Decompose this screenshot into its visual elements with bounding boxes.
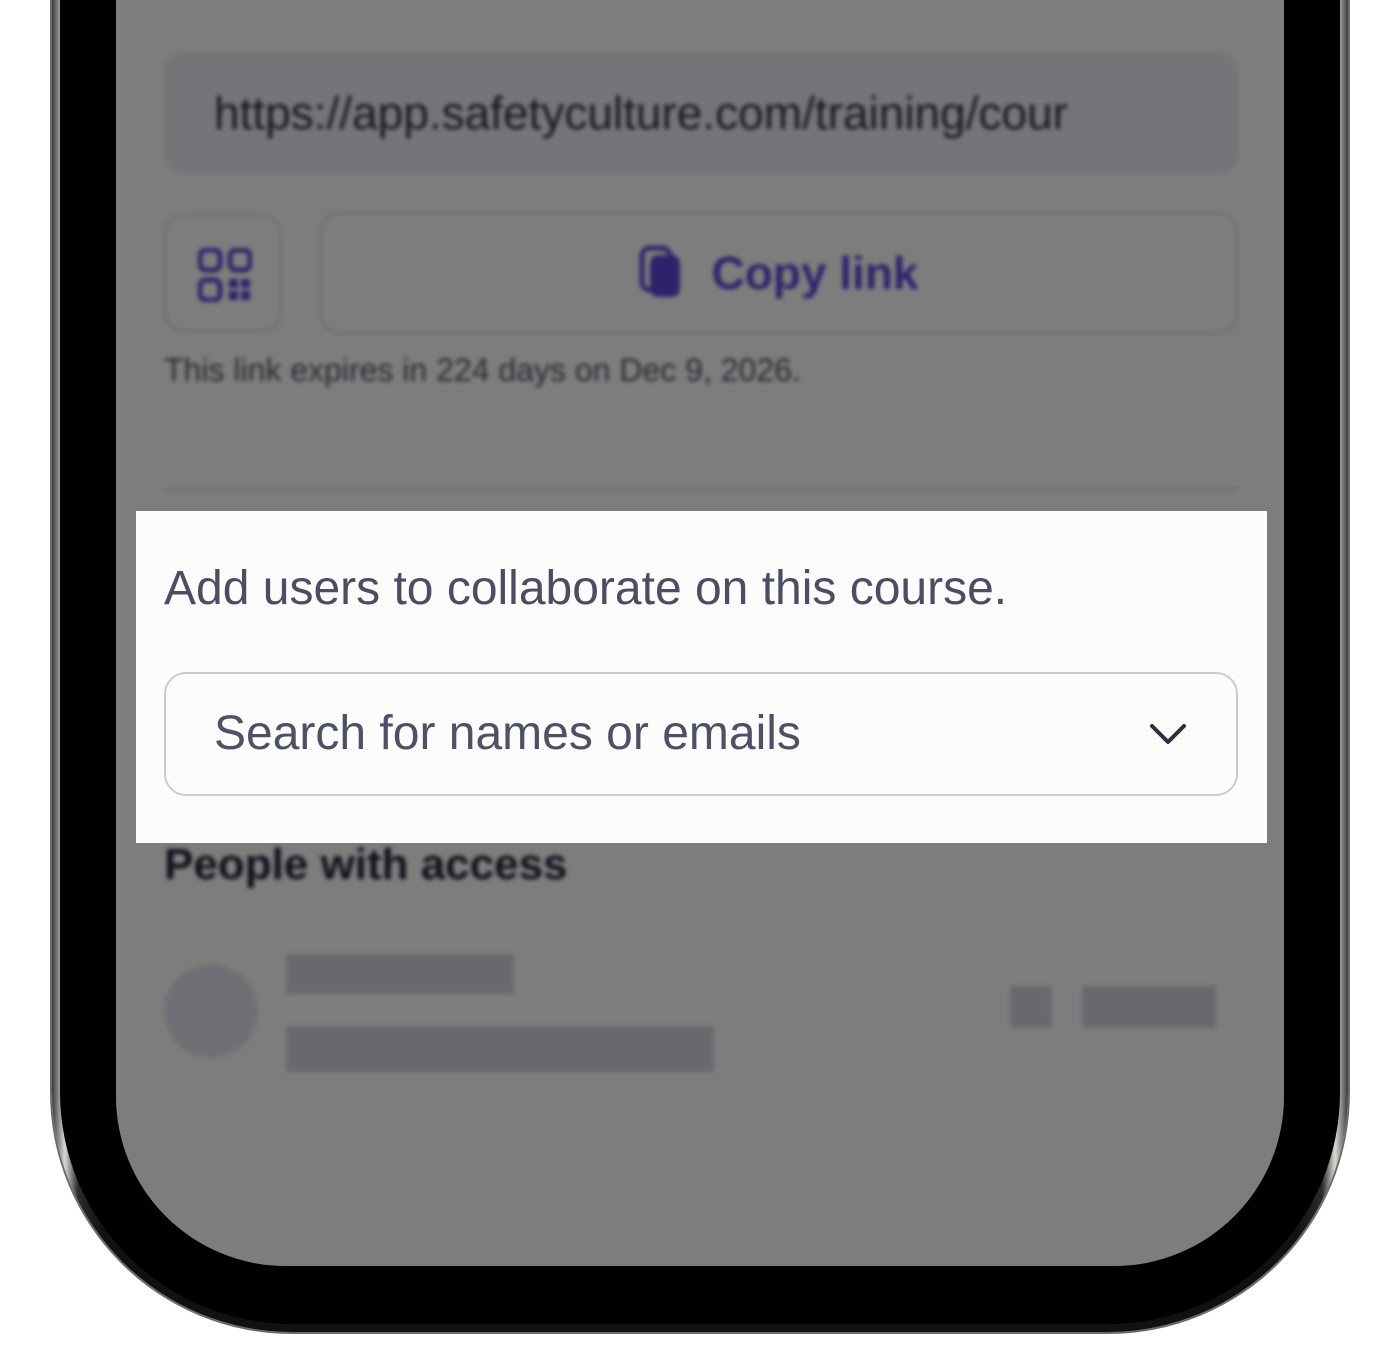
collaborator-search-select[interactable]: Search for names or emails [164,672,1238,796]
chevron-down-icon[interactable] [1148,718,1188,750]
collaborators-instruction: Add users to collaborate on this course. [164,562,1008,615]
collaborator-search-section: Add users to collaborate on this course.… [136,511,1267,843]
search-placeholder: Search for names or emails [214,707,801,760]
